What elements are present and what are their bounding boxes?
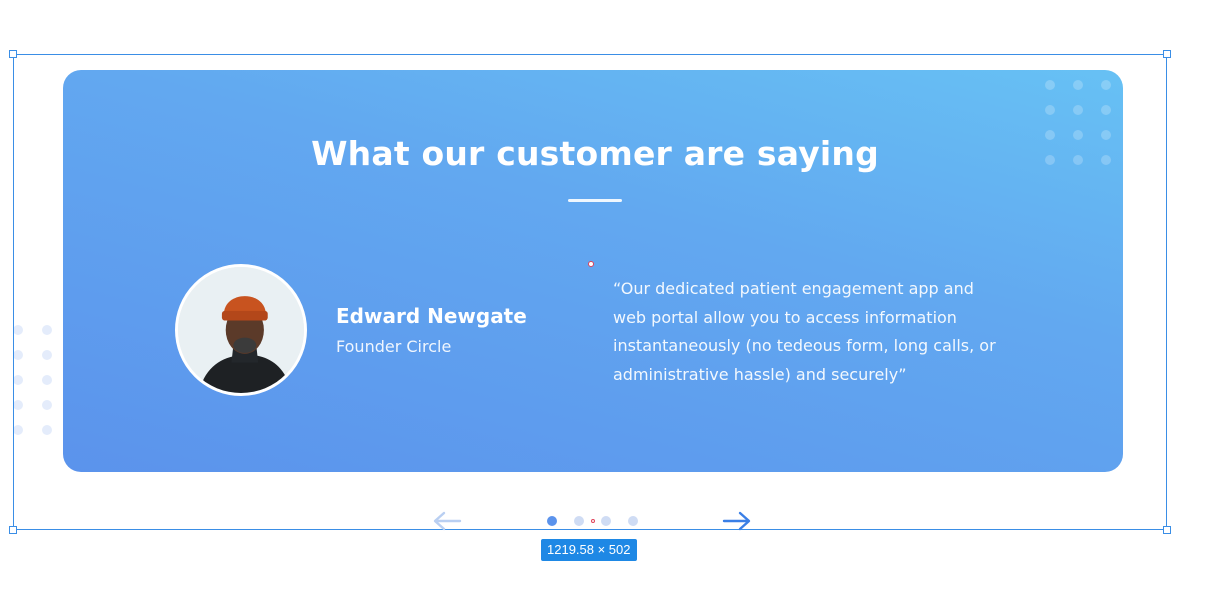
pagination-dot-1[interactable] xyxy=(547,516,557,526)
testimonial-card: What our customer are saying Edward Newg… xyxy=(63,70,1123,472)
title-underline xyxy=(568,199,622,202)
avatar-portrait xyxy=(178,267,304,393)
cursor-marker-small xyxy=(591,519,595,523)
cursor-marker xyxy=(588,261,594,267)
resize-handle-bottom-right[interactable] xyxy=(1163,526,1171,534)
pagination-dot-2[interactable] xyxy=(574,516,584,526)
testimonial-quote: “Our dedicated patient engagement app an… xyxy=(613,279,996,384)
person-role: Founder Circle xyxy=(336,337,452,356)
resize-handle-top-left[interactable] xyxy=(9,50,17,58)
section-title: What our customer are saying xyxy=(311,134,879,173)
arrow-right-icon[interactable] xyxy=(721,509,753,533)
resize-handle-top-right[interactable] xyxy=(1163,50,1171,58)
resize-handle-bottom-left[interactable] xyxy=(9,526,17,534)
arrow-left-icon[interactable] xyxy=(431,509,463,533)
dimension-label: 1219.58 × 502 xyxy=(541,539,637,561)
pagination-dot-4[interactable] xyxy=(628,516,638,526)
decorative-dots-left xyxy=(13,325,52,435)
person-name: Edward Newgate xyxy=(336,304,527,328)
avatar xyxy=(175,264,307,396)
pagination-dot-3[interactable] xyxy=(601,516,611,526)
